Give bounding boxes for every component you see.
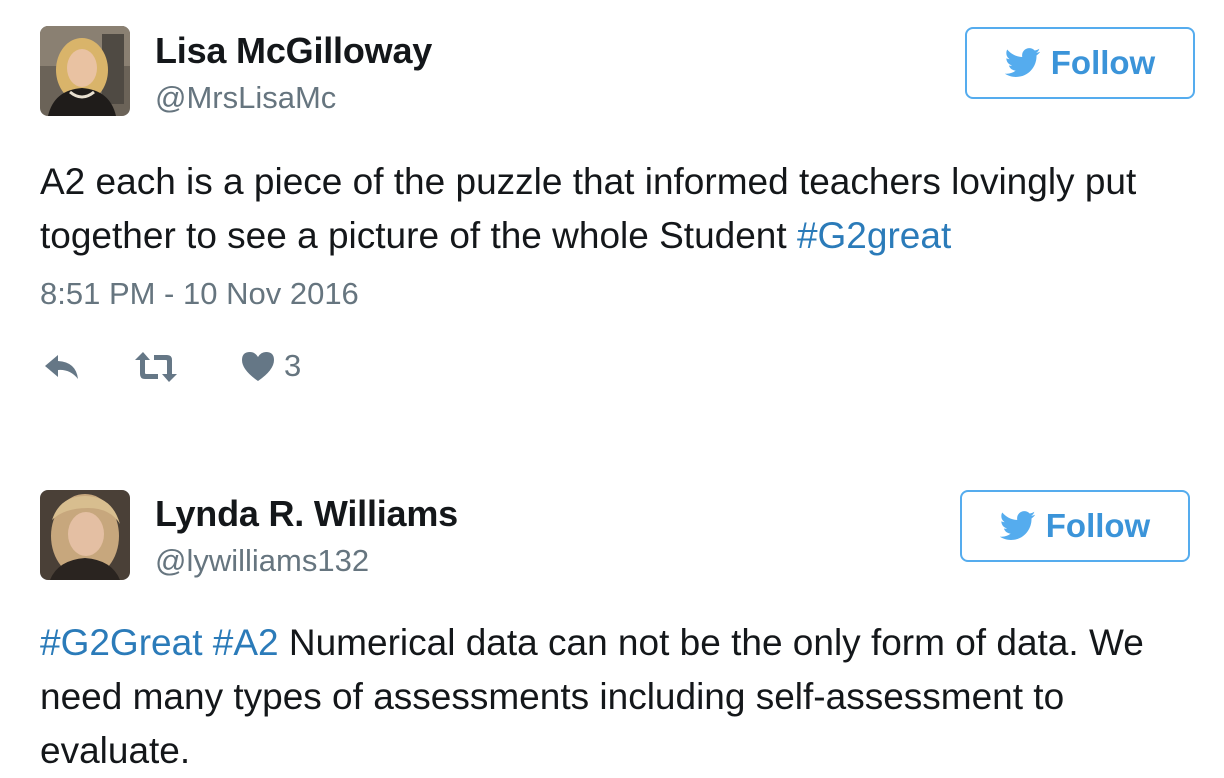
follow-label: Follow [1050, 44, 1156, 81]
user-handle[interactable]: @MrsLisaMc [155, 80, 336, 116]
follow-button[interactable]: Follow [960, 490, 1190, 562]
tweet-card: Lisa McGilloway @MrsLisaMc Follow A2 eac… [0, 0, 1224, 430]
twitter-bird-icon [999, 511, 1036, 540]
tweet-text: A2 each is a piece of the puzzle that in… [40, 155, 1200, 263]
tweet-card: Lynda R. Williams @lywilliams132 Follow … [0, 466, 1224, 778]
avatar[interactable] [40, 490, 130, 580]
follow-label: Follow [1045, 507, 1151, 544]
hashtag-link[interactable]: #G2Great [40, 622, 202, 663]
tweet-text-part: A2 each is a piece of the puzzle that in… [40, 161, 1137, 256]
follow-button[interactable]: Follow [965, 27, 1195, 99]
reply-icon [45, 355, 78, 379]
retweet-button[interactable] [134, 350, 178, 389]
hashtag-link[interactable]: #A2 [213, 622, 279, 663]
user-name[interactable]: Lisa McGilloway [155, 30, 432, 72]
timestamp[interactable]: 8:51 PM - 10 Nov 2016 [40, 276, 359, 312]
like-count: 3 [284, 348, 302, 383]
like-button[interactable]: 3 [240, 348, 301, 384]
user-name[interactable]: Lynda R. Williams [155, 493, 458, 535]
twitter-bird-icon [1004, 48, 1041, 77]
tweet-text: #G2Great #A2 Numerical data can not be t… [40, 616, 1200, 778]
retweet-icon [135, 352, 177, 382]
heart-icon [242, 352, 274, 381]
hashtag-link[interactable]: #G2great [797, 215, 951, 256]
user-handle[interactable]: @lywilliams132 [155, 543, 369, 579]
avatar[interactable] [40, 26, 130, 116]
reply-button[interactable] [42, 352, 82, 387]
tweet-text-part [202, 622, 212, 663]
